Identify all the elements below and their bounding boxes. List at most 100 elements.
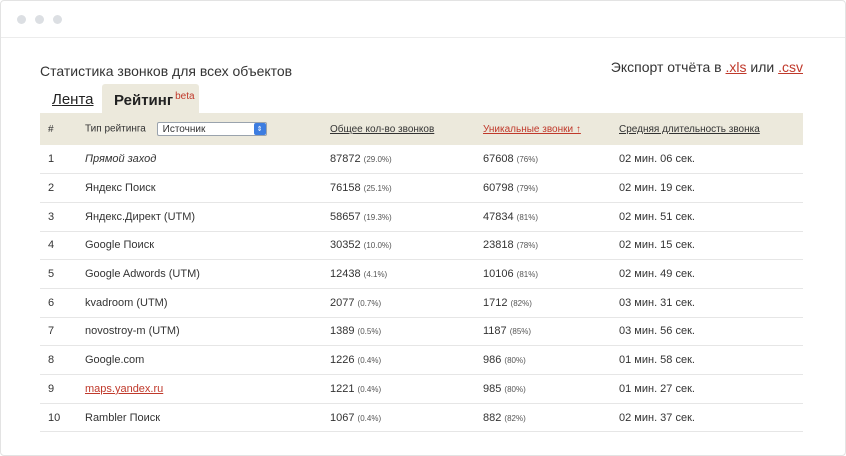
row-number: 6 bbox=[48, 296, 55, 309]
table-row: 5 Google Adwords (UTM) 12438 (4.1%) 1010… bbox=[40, 260, 803, 289]
export-csv-link[interactable]: .csv bbox=[778, 59, 803, 75]
total-value: 1067 bbox=[330, 411, 355, 424]
tabs: Лента Рейтинг beta bbox=[40, 84, 803, 113]
export-or: или bbox=[750, 59, 775, 75]
row-unique: 986 (80%) bbox=[483, 346, 619, 375]
col-total-header[interactable]: Общее кол-во звонков bbox=[330, 113, 483, 145]
rating-type-select-value: Источник bbox=[162, 123, 206, 135]
row-source[interactable]: maps.yandex.ru bbox=[85, 375, 330, 404]
unique-percent: (79%) bbox=[516, 184, 538, 194]
row-total: 12438 (4.1%) bbox=[330, 260, 483, 289]
row-source: Яндекс.Директ (UTM) bbox=[85, 210, 196, 223]
row-avg: 02 мин. 49 сек. bbox=[619, 268, 695, 281]
unique-value: 882 bbox=[483, 411, 502, 424]
table-row: 1 Прямой заход 87872 (29.0%) 67608 (76%)… bbox=[40, 145, 803, 174]
row-avg: 02 мин. 06 сек. bbox=[619, 153, 695, 166]
row-total: 2077 (0.7%) bbox=[330, 288, 483, 317]
export-xls-link[interactable]: .xls bbox=[726, 59, 747, 75]
row-avg: 01 мин. 58 сек. bbox=[619, 354, 695, 367]
row-number: 3 bbox=[48, 210, 55, 223]
avg-duration-sort-link[interactable]: Средняя длительность звонка bbox=[619, 124, 760, 135]
row-number: 7 bbox=[48, 325, 55, 338]
col-unique-header[interactable]: Уникальные звонки ↑ bbox=[483, 113, 619, 145]
export-prefix: Экспорт отчёта в bbox=[610, 59, 722, 75]
browser-window: Статистика звонков для всех объектов Экс… bbox=[0, 0, 846, 456]
unique-value: 23818 bbox=[483, 239, 514, 252]
unique-calls-sort-link[interactable]: Уникальные звонки ↑ bbox=[483, 124, 581, 135]
window-close-dot[interactable] bbox=[17, 14, 26, 24]
main-content: Статистика звонков для всех объектов Экс… bbox=[40, 38, 803, 432]
unique-value: 10106 bbox=[483, 268, 514, 281]
unique-percent: (78%) bbox=[516, 241, 538, 251]
row-avg: 02 мин. 51 сек. bbox=[619, 210, 695, 223]
total-value: 2077 bbox=[330, 296, 355, 309]
total-percent: (25.1%) bbox=[363, 184, 392, 194]
export-links: Экспорт отчёта в .xls или .csv bbox=[611, 59, 803, 75]
tab-feed[interactable]: Лента bbox=[52, 91, 94, 108]
total-percent: (10.0%) bbox=[363, 241, 392, 251]
row-unique: 882 (82%) bbox=[483, 403, 619, 432]
header-row: Статистика звонков для всех объектов Экс… bbox=[40, 38, 803, 84]
table-row: 7 novostroy-m (UTM) 1389 (0.5%) 1187 (85… bbox=[40, 317, 803, 346]
table-row: 10 Rambler Поиск 1067 (0.4%) 882 (82%) 0… bbox=[40, 403, 803, 432]
unique-value: 67608 bbox=[483, 153, 514, 166]
row-total: 1221 (0.4%) bbox=[330, 375, 483, 404]
row-avg: 02 мин. 37 сек. bbox=[619, 411, 695, 424]
table-row: 8 Google.com 1226 (0.4%) 986 (80%) 01 ми… bbox=[40, 346, 803, 375]
col-type-header: Тип рейтинга Источник ⇕ bbox=[85, 113, 330, 145]
unique-value: 986 bbox=[483, 354, 502, 367]
row-source: kvadroom (UTM) bbox=[85, 296, 168, 309]
source-link-maps-yandex[interactable]: maps.yandex.ru bbox=[85, 383, 163, 395]
table-row: 9 maps.yandex.ru 1221 (0.4%) 985 (80%) 0… bbox=[40, 375, 803, 404]
row-source: Яндекс Поиск bbox=[85, 182, 156, 195]
row-unique: 47834 (81%) bbox=[483, 202, 619, 231]
row-number: 4 bbox=[48, 239, 55, 252]
row-total: 1226 (0.4%) bbox=[330, 346, 483, 375]
row-unique: 10106 (81%) bbox=[483, 260, 619, 289]
row-source: Google Adwords (UTM) bbox=[85, 268, 200, 281]
unique-percent: (80%) bbox=[504, 356, 526, 366]
unique-value: 60798 bbox=[483, 182, 514, 195]
unique-percent: (82%) bbox=[504, 413, 526, 423]
total-value: 58657 bbox=[330, 210, 361, 223]
unique-percent: (76%) bbox=[516, 155, 538, 165]
row-source: Google Поиск bbox=[85, 239, 155, 252]
unique-percent: (81%) bbox=[516, 270, 538, 280]
rating-table: # Тип рейтинга Источник ⇕ Общее кол-во з… bbox=[40, 113, 803, 432]
row-number: 8 bbox=[48, 354, 55, 367]
row-unique: 985 (80%) bbox=[483, 375, 619, 404]
unique-value: 1187 bbox=[483, 325, 507, 338]
unique-value: 47834 bbox=[483, 210, 514, 223]
row-number: 2 bbox=[48, 182, 55, 195]
col-number-header: # bbox=[48, 123, 54, 135]
rating-type-select[interactable]: Источник ⇕ bbox=[156, 122, 267, 136]
row-avg: 02 мин. 19 сек. bbox=[619, 182, 695, 195]
table-row: 4 Google Поиск 30352 (10.0%) 23818 (78%)… bbox=[40, 231, 803, 260]
page-title: Статистика звонков для всех объектов bbox=[40, 63, 293, 79]
table-header-row: # Тип рейтинга Источник ⇕ Общее кол-во з… bbox=[40, 113, 803, 145]
window-titlebar bbox=[1, 1, 845, 38]
row-source: Google.com bbox=[85, 354, 145, 367]
col-avg-header[interactable]: Средняя длительность звонка bbox=[619, 113, 803, 145]
total-value: 1226 bbox=[330, 354, 355, 367]
row-unique: 60798 (79%) bbox=[483, 174, 619, 203]
window-maximize-dot[interactable] bbox=[53, 14, 62, 24]
total-percent: (0.4%) bbox=[357, 356, 382, 366]
tab-rating[interactable]: Рейтинг beta bbox=[102, 84, 199, 113]
row-total: 1067 (0.4%) bbox=[330, 403, 483, 432]
tab-rating-label: Рейтинг bbox=[114, 92, 174, 109]
total-percent: (4.1%) bbox=[363, 270, 388, 280]
select-arrows-icon: ⇕ bbox=[253, 123, 266, 135]
unique-value: 985 bbox=[483, 382, 502, 395]
row-total: 1389 (0.5%) bbox=[330, 317, 483, 346]
row-unique: 1712 (82%) bbox=[483, 288, 619, 317]
unique-percent: (85%) bbox=[509, 327, 532, 337]
row-avg: 03 мин. 31 сек. bbox=[619, 296, 695, 309]
unique-percent: (80%) bbox=[504, 384, 526, 394]
unique-percent: (82%) bbox=[510, 298, 532, 308]
row-source: Rambler Поиск bbox=[85, 411, 161, 424]
window-minimize-dot[interactable] bbox=[35, 14, 44, 24]
row-number: 9 bbox=[48, 382, 55, 395]
unique-percent: (81%) bbox=[516, 212, 538, 222]
total-calls-sort-link[interactable]: Общее кол-во звонков bbox=[330, 124, 434, 135]
